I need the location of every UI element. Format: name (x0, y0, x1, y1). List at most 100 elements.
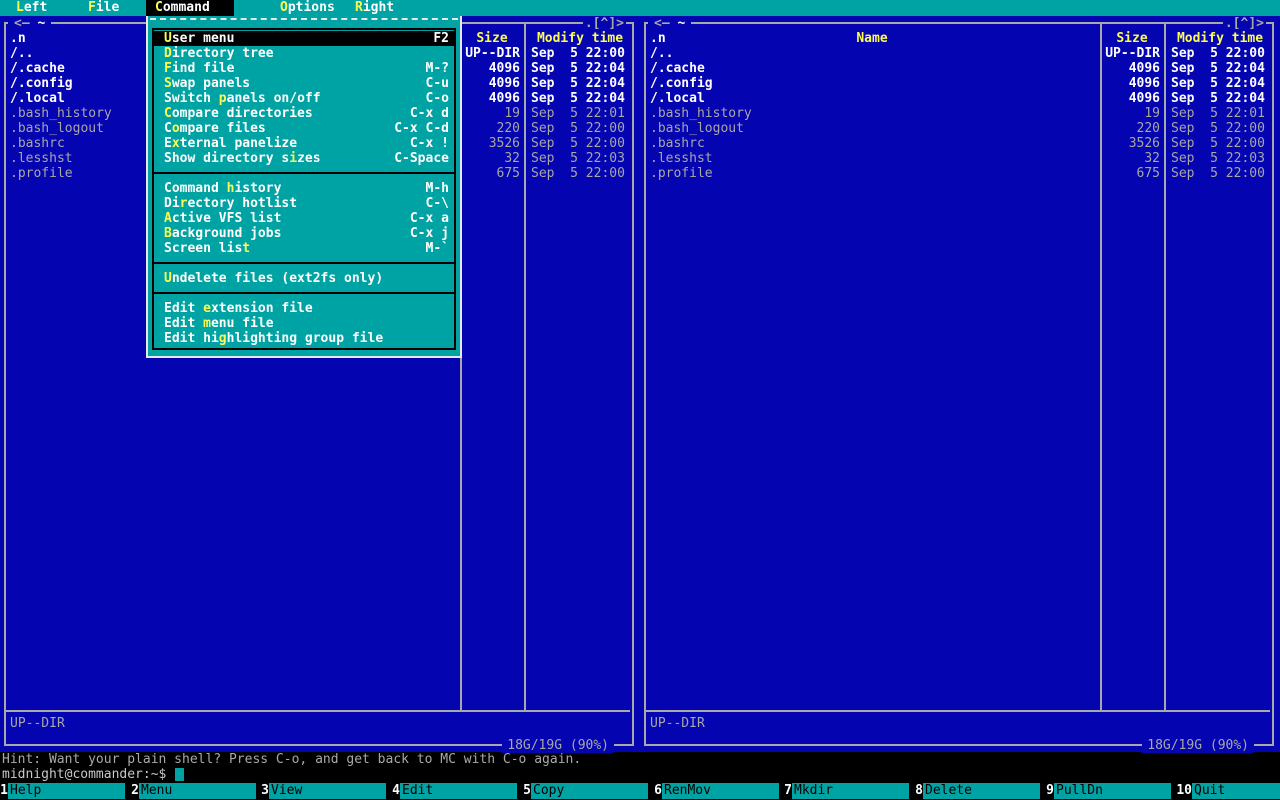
column-header-mtime[interactable]: Modify time (524, 31, 636, 46)
menu-item-edit-highlighting-group-file[interactable]: Edit highlighting group file (154, 331, 454, 346)
mini-status: UP--DIR (650, 716, 705, 731)
file-row-bash-logout[interactable]: .bash_logout 220 Sep 5 22:00 (640, 121, 1280, 136)
menu-item-compare-directories[interactable]: Compare directories C-x d (154, 106, 454, 121)
file-mtime: Sep 5 22:00 (531, 136, 625, 151)
fkey-10-quit[interactable]: 10 Quit (1176, 783, 1280, 799)
mini-status: UP--DIR (10, 716, 65, 731)
history-back-icon[interactable]: <— (14, 16, 30, 31)
column-header-size[interactable]: Size (1100, 31, 1164, 46)
menu-item-edit-menu-file[interactable]: Edit menu file (154, 316, 454, 331)
fkey-label: Copy (531, 783, 648, 799)
panel-corner-buttons[interactable]: .[^]> (582, 16, 626, 31)
file-name: .profile (650, 166, 713, 181)
menu-title-rest: ight (362, 0, 395, 15)
file-row-bashrc[interactable]: .bashrc 3526 Sep 5 22:00 (640, 136, 1280, 151)
fkey-3-view[interactable]: 3 View (261, 783, 386, 799)
command-line[interactable]: midnight@commander:~$ (2, 767, 1280, 782)
fkey-1-help[interactable]: 1 Help (0, 783, 125, 799)
file-size: 4096 (488, 91, 520, 106)
menu-separator (154, 292, 454, 294)
menu-hotkey: L (16, 0, 24, 15)
fkey-4-edit[interactable]: 4 Edit (392, 783, 517, 799)
menu-command[interactable]: Command (146, 0, 234, 16)
file-mtime: Sep 5 22:00 (1171, 166, 1265, 181)
file-mtime: Sep 5 22:04 (531, 91, 625, 106)
file-size: 4096 (1128, 91, 1160, 106)
current-path: ~ (677, 16, 686, 31)
menu-item-shortcut: C-x a (409, 211, 449, 226)
panel-header-row: .nNameSizeModify time (640, 31, 1280, 46)
menu-title-rest: ommand (162, 0, 210, 15)
function-key-bar: 1 Help 2 Menu 3 View 4 Edit 5 Copy 6 RenMov 7 Mkdir 8 D… (0, 782, 1280, 800)
menu-item-shortcut: C-o (425, 91, 449, 106)
fkey-9-pulldn[interactable]: 9 PullDn (1046, 783, 1171, 799)
menu-item-external-panelize[interactable]: External panelize C-x ! (154, 136, 454, 151)
menu-item-screen-list[interactable]: Screen list M-` (154, 241, 454, 256)
panel-path[interactable]: <— ~ (8, 16, 52, 31)
menu-file[interactable]: File (88, 0, 119, 16)
menu-item-shortcut: C-x C-d (394, 121, 449, 136)
file-row-bash-history[interactable]: .bash_history 19 Sep 5 22:01 (640, 106, 1280, 121)
menu-item-user-menu[interactable]: User menu F2 (154, 31, 454, 46)
ministatus-separator (6, 710, 630, 712)
menu-item-find-file[interactable]: Find file M-? (154, 61, 454, 76)
menu-title-rest: ile (95, 0, 120, 15)
file-row-local[interactable]: /.local 4096 Sep 5 22:04 (640, 91, 1280, 106)
menu-item-shortcut: C-x d (409, 106, 449, 121)
menu-item-command-history[interactable]: Command history M-h (154, 181, 454, 196)
free-space-label: 18G/19G (90%) (502, 738, 614, 753)
menu-left[interactable]: Left (16, 0, 47, 16)
file-row-config[interactable]: /.config 4096 Sep 5 22:04 (640, 76, 1280, 91)
fkey-label: View (269, 783, 386, 799)
file-mtime: Sep 5 22:03 (531, 151, 625, 166)
command-menu-dropdown: User menu F2 Directory tree Find file M-? Swa… (146, 16, 462, 358)
file-name: .bash_history (650, 106, 752, 121)
menu-item-compare-files[interactable]: Compare files C-x C-d (154, 121, 454, 136)
fkey-8-delete[interactable]: 8 Delete (915, 783, 1040, 799)
history-back-icon[interactable]: <— (654, 16, 670, 31)
menu-bar: Left File Command Options Right (0, 0, 1280, 16)
file-mtime: Sep 5 22:04 (1171, 76, 1265, 91)
menu-item-edit-extension-file[interactable]: Edit extension file (154, 301, 454, 316)
menu-right[interactable]: Right (355, 0, 394, 16)
menu-item-directory-hotlist[interactable]: Directory hotlist C-\ (154, 196, 454, 211)
file-size: 4096 (1128, 76, 1160, 91)
menu-options[interactable]: Options (280, 0, 335, 16)
file-row-profile[interactable]: .profile 675 Sep 5 22:00 (640, 166, 1280, 181)
file-mtime: Sep 5 22:00 (531, 121, 625, 136)
menu-item-label: Background jobs (164, 226, 282, 241)
file-row-lesshst[interactable]: .lesshst 32 Sep 5 22:03 (640, 151, 1280, 166)
fkey-label: Mkdir (792, 783, 909, 799)
menu-item-show-directory-sizes[interactable]: Show directory sizes C-Space (154, 151, 454, 166)
column-header-mtime[interactable]: Modify time (1164, 31, 1276, 46)
column-header-name[interactable]: Name (644, 31, 1100, 46)
shell-prompt: midnight@commander:~$ (2, 767, 167, 782)
column-header-size[interactable]: Size (460, 31, 524, 46)
fkey-6-renmov[interactable]: 6 RenMov (654, 783, 779, 799)
file-name: .bash_logout (650, 121, 744, 136)
panel-path[interactable]: <— ~ (648, 16, 692, 31)
menu-hotkey: R (355, 0, 363, 15)
file-row-[interactable]: /.. UP--DIR Sep 5 22:00 (640, 46, 1280, 61)
menu-item-label: Directory tree (164, 46, 274, 61)
fkey-label: PullDn (1054, 783, 1171, 799)
fkey-number: 7 (784, 783, 792, 798)
menu-item-active-vfs-list[interactable]: Active VFS list C-x a (154, 211, 454, 226)
file-row-cache[interactable]: /.cache 4096 Sep 5 22:04 (640, 61, 1280, 76)
text-cursor (175, 768, 185, 781)
menu-hotkey: O (280, 0, 288, 15)
menu-item-switch-panels-on-off[interactable]: Switch panels on/off C-o (154, 91, 454, 106)
fkey-2-menu[interactable]: 2 Menu (131, 783, 256, 799)
menu-item-directory-tree[interactable]: Directory tree (154, 46, 454, 61)
panel-corner-buttons[interactable]: .[^]> (1222, 16, 1266, 31)
menu-item-undelete-files-ext2fs-only[interactable]: Undelete files (ext2fs only) (154, 271, 454, 286)
menu-item-background-jobs[interactable]: Background jobs C-x j (154, 226, 454, 241)
fkey-number: 9 (1046, 783, 1054, 798)
menu-item-label: Screen list (164, 241, 251, 256)
menu-item-label: Edit extension file (164, 301, 313, 316)
menu-item-shortcut: M-h (425, 181, 449, 196)
menu-item-label: Compare directories (164, 106, 313, 121)
menu-item-swap-panels[interactable]: Swap panels C-u (154, 76, 454, 91)
fkey-5-copy[interactable]: 5 Copy (523, 783, 648, 799)
fkey-7-mkdir[interactable]: 7 Mkdir (784, 783, 909, 799)
